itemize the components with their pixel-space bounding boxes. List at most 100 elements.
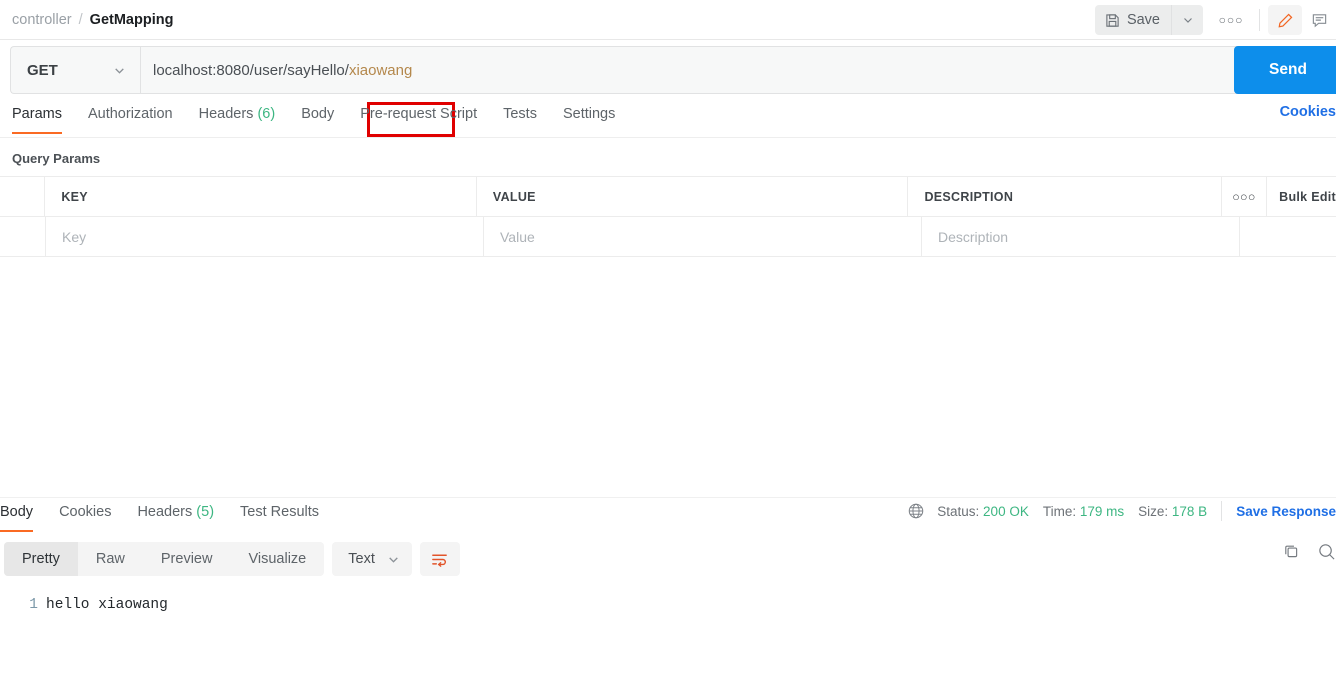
size-label: Size: xyxy=(1138,504,1168,519)
content-type-label: Text xyxy=(348,551,375,567)
chevron-down-icon xyxy=(387,553,400,566)
toolbar-divider xyxy=(1259,9,1260,31)
request-url-row: GET localhost:8080/user/sayHello/xiaowan… xyxy=(0,40,1336,100)
response-tab-body[interactable]: Body xyxy=(0,498,46,532)
floppy-disk-icon xyxy=(1105,13,1120,28)
response-body-actions xyxy=(1282,542,1336,561)
request-tabs: Params Authorization Headers (6) Body Pr… xyxy=(0,100,1336,138)
ellipsis-icon: ○○○ xyxy=(1219,13,1244,27)
edit-request-button[interactable] xyxy=(1268,5,1302,35)
response-body-viewer[interactable]: 1 hello xiaowang xyxy=(0,583,1336,613)
response-tab-headers-label: Headers xyxy=(137,504,192,520)
response-size-group: Size: 178 B xyxy=(1138,504,1207,519)
tab-pre-request-script[interactable]: Pre-request Script xyxy=(347,100,490,134)
status-value: 200 OK xyxy=(983,504,1029,519)
url-path-variable: xiaowang xyxy=(349,62,412,79)
pencil-icon xyxy=(1277,12,1294,29)
param-value-input[interactable]: Value xyxy=(484,217,922,256)
tab-headers[interactable]: Headers (6) xyxy=(186,100,289,134)
response-status-bar: Status: 200 OK Time: 179 ms Size: 178 B … xyxy=(907,501,1336,521)
line-number: 1 xyxy=(0,597,46,613)
response-tab-test-results-label: Test Results xyxy=(240,504,319,520)
table-header-row: KEY VALUE DESCRIPTION ○○○ Bulk Edit xyxy=(0,177,1336,217)
response-tab-body-label: Body xyxy=(0,504,33,520)
search-icon[interactable] xyxy=(1317,542,1336,561)
response-tab-cookies-label: Cookies xyxy=(59,504,111,520)
param-key-input[interactable]: Key xyxy=(46,217,484,256)
url-text: localhost:8080/user/sayHello/xiaowang xyxy=(153,62,412,79)
tab-tests-label: Tests xyxy=(503,106,537,122)
time-label: Time: xyxy=(1043,504,1076,519)
save-button-group: Save xyxy=(1095,5,1203,35)
breadcrumb-request-name[interactable]: GetMapping xyxy=(90,12,174,28)
view-mode-raw[interactable]: Raw xyxy=(78,542,143,576)
tab-tests[interactable]: Tests xyxy=(490,100,550,134)
size-value: 178 B xyxy=(1172,504,1207,519)
tab-authorization[interactable]: Authorization xyxy=(75,100,186,134)
url-input[interactable]: localhost:8080/user/sayHello/xiaowang xyxy=(140,46,1324,94)
http-method-select[interactable]: GET xyxy=(10,46,140,94)
row-end-spacer xyxy=(1240,217,1336,256)
url-prefix: localhost:8080/user/sayHello/ xyxy=(153,62,349,79)
tab-params[interactable]: Params xyxy=(12,100,75,134)
tab-authorization-label: Authorization xyxy=(88,106,173,122)
word-wrap-icon xyxy=(430,550,449,569)
chevron-down-icon xyxy=(113,64,126,77)
status-label: Status: xyxy=(937,504,979,519)
bulk-edit-button[interactable]: Bulk Edit xyxy=(1267,177,1336,216)
column-header-description: DESCRIPTION xyxy=(908,177,1221,216)
tab-settings-label: Settings xyxy=(563,106,615,122)
send-button[interactable]: Send xyxy=(1234,46,1336,94)
response-tab-test-results[interactable]: Test Results xyxy=(227,498,332,532)
status-code-group: Status: 200 OK xyxy=(937,504,1029,519)
column-header-key: KEY xyxy=(45,177,477,216)
tab-body[interactable]: Body xyxy=(288,100,347,134)
http-method-label: GET xyxy=(27,62,58,79)
response-tabs: Body Cookies Headers (5) Test Results St… xyxy=(0,497,1336,535)
response-tab-headers[interactable]: Headers (5) xyxy=(124,498,227,532)
tab-params-label: Params xyxy=(12,106,62,122)
word-wrap-button[interactable] xyxy=(420,542,460,576)
save-button[interactable]: Save xyxy=(1095,5,1171,35)
comment-icon xyxy=(1311,12,1328,29)
query-params-title: Query Params xyxy=(0,138,1336,176)
view-mode-preview[interactable]: Preview xyxy=(143,542,231,576)
response-body-line: hello xiaowang xyxy=(46,597,168,613)
query-params-table: KEY VALUE DESCRIPTION ○○○ Bulk Edit Key … xyxy=(0,176,1336,257)
chevron-down-icon xyxy=(1182,14,1194,26)
table-row: Key Value Description xyxy=(0,217,1336,257)
topbar-actions: Save ○○○ xyxy=(1095,0,1336,40)
view-mode-visualize[interactable]: Visualize xyxy=(230,542,324,576)
param-description-input[interactable]: Description xyxy=(922,217,1240,256)
content-type-select[interactable]: Text xyxy=(332,542,412,576)
save-response-button[interactable]: Save Response xyxy=(1236,504,1336,519)
globe-icon xyxy=(907,502,925,520)
select-all-checkbox-cell[interactable] xyxy=(0,177,45,216)
more-actions-button[interactable]: ○○○ xyxy=(1211,5,1251,35)
view-mode-segmented-control: Pretty Raw Preview Visualize xyxy=(4,542,324,576)
response-tab-cookies[interactable]: Cookies xyxy=(46,498,124,532)
breadcrumb-collection[interactable]: controller xyxy=(12,12,72,28)
empty-area xyxy=(0,257,1336,497)
breadcrumb-bar: controller / GetMapping Save xyxy=(0,0,1336,40)
tab-headers-label: Headers xyxy=(199,106,254,122)
status-divider xyxy=(1221,501,1222,521)
table-options-button[interactable]: ○○○ xyxy=(1222,177,1267,216)
tab-pre-request-script-label: Pre-request Script xyxy=(360,106,477,122)
time-value: 179 ms xyxy=(1080,504,1124,519)
tab-headers-count: (6) xyxy=(257,106,275,122)
response-format-bar: Pretty Raw Preview Visualize Text xyxy=(0,535,1336,583)
column-header-value: VALUE xyxy=(477,177,909,216)
view-mode-pretty[interactable]: Pretty xyxy=(4,542,78,576)
breadcrumb-separator: / xyxy=(79,12,83,28)
save-dropdown-button[interactable] xyxy=(1171,5,1203,35)
save-button-label: Save xyxy=(1127,12,1160,28)
comments-button[interactable] xyxy=(1302,5,1336,35)
response-time-group: Time: 179 ms xyxy=(1043,504,1124,519)
copy-icon[interactable] xyxy=(1282,542,1301,561)
row-checkbox-cell[interactable] xyxy=(0,217,46,256)
tab-settings[interactable]: Settings xyxy=(550,100,628,134)
response-tab-headers-count: (5) xyxy=(196,504,214,520)
tab-body-label: Body xyxy=(301,106,334,122)
cookies-link[interactable]: Cookies xyxy=(1280,104,1336,120)
